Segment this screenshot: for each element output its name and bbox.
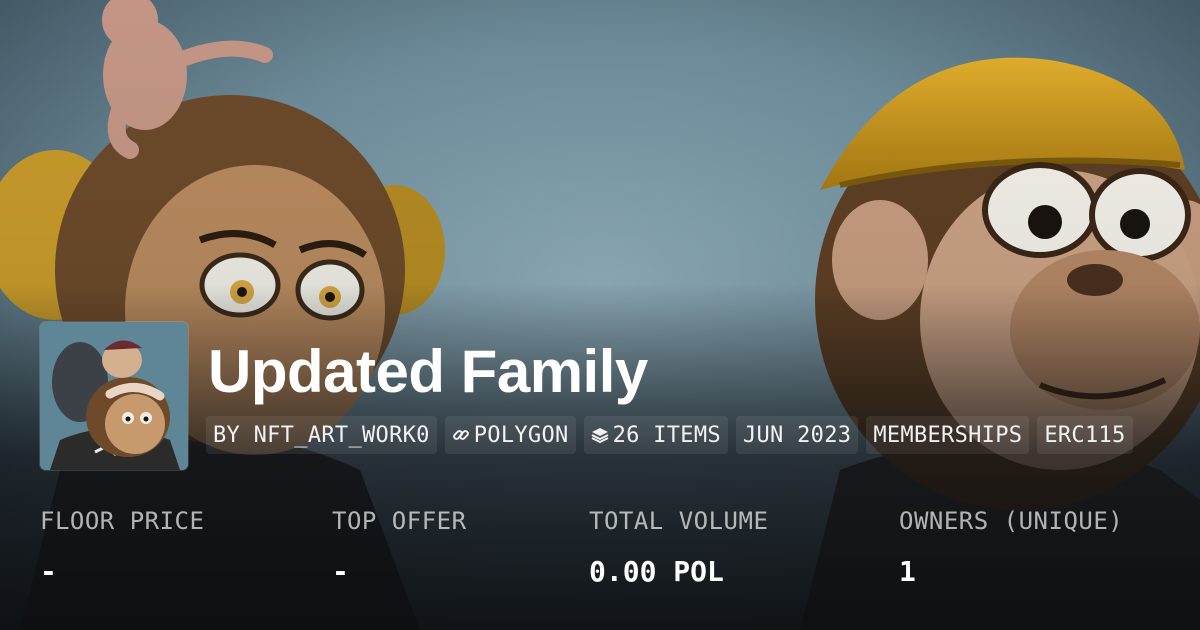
created-date-chip: JUN 2023 [735, 416, 859, 454]
creator-label: BY NFT_ART_WORK0 [213, 422, 430, 448]
items-count-chip[interactable]: 26 ITEMS [583, 416, 728, 454]
collection-stats: FLOOR PRICE - TOP OFFER - TOTAL VOLUME 0… [40, 505, 1200, 605]
stat-value: 0.00 POL [589, 555, 724, 588]
stat-owners-unique: OWNERS (UNIQUE) 1 [899, 505, 1123, 589]
stat-label: OWNERS (UNIQUE) [899, 507, 1124, 535]
stat-floor-price: FLOOR PRICE - [40, 505, 204, 589]
stat-label: TOTAL VOLUME [589, 507, 769, 535]
link-icon [452, 426, 470, 444]
stat-label: TOP OFFER [332, 507, 467, 535]
chain-chip[interactable]: POLYGON [444, 416, 576, 454]
category-chip[interactable]: MEMBERSHIPS [866, 416, 1030, 454]
collection-title: Updated Family [208, 338, 648, 405]
stat-top-offer: TOP OFFER - [332, 505, 467, 589]
category-label: MEMBERSHIPS [873, 422, 1023, 448]
layers-icon [591, 426, 609, 444]
collection-meta-chips: BY NFT_ART_WORK0 POLYGON 26 ITEMS JUN 20… [206, 416, 1200, 456]
collection-avatar [40, 322, 188, 470]
token-standard-label: ERC115 [1044, 422, 1126, 448]
stat-value: - [332, 555, 349, 588]
created-date-label: JUN 2023 [742, 422, 852, 448]
stat-total-volume: TOTAL VOLUME 0.00 POL [589, 505, 768, 589]
token-standard-chip: ERC115 [1037, 416, 1133, 454]
chain-label: POLYGON [473, 422, 569, 448]
collection-banner-card: Updated Family BY NFT_ART_WORK0 POLYGON [0, 0, 1200, 630]
stat-value: 1 [899, 555, 916, 588]
stat-label: FLOOR PRICE [40, 507, 205, 535]
items-count-label: 26 ITEMS [612, 422, 721, 448]
creator-chip[interactable]: BY NFT_ART_WORK0 [206, 416, 437, 454]
stat-value: - [40, 555, 57, 588]
